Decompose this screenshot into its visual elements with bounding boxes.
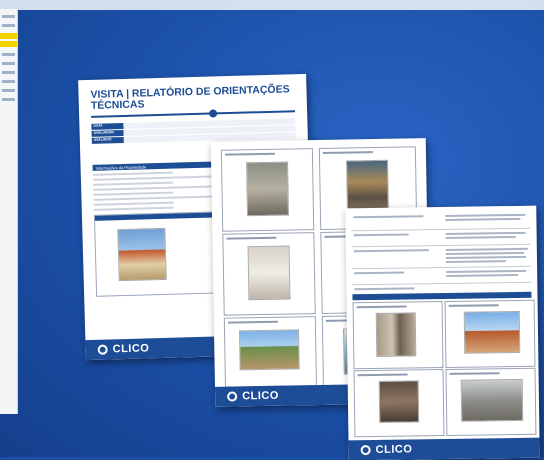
meta-key: AVALIADO [91, 136, 124, 144]
clico-logo-icon [360, 445, 371, 456]
photo-cell [445, 367, 537, 436]
clico-logo-icon [227, 391, 238, 402]
photo-cell [220, 148, 315, 232]
brand-logo-text: CLICO [375, 443, 413, 456]
photo-cell [353, 368, 445, 438]
report-page-3: CLICO [345, 205, 540, 460]
meta-key: DATA [91, 122, 124, 130]
report-title: VISITA | RELATÓRIO DE ORIENTAÇÕES TÉCNIC… [90, 83, 290, 112]
top-band [0, 0, 544, 10]
photo-table-header [352, 291, 532, 301]
farm-house-photo [117, 227, 167, 282]
clico-logo-icon [97, 344, 108, 355]
brand-logo-text: CLICO [112, 342, 150, 356]
brand-logo-text: CLICO [242, 389, 279, 403]
photo-cell [352, 300, 444, 370]
left-document-edge [0, 9, 18, 414]
photo-cell [222, 232, 316, 316]
title-divider [91, 109, 296, 118]
meta-key: AVALIADOR [91, 129, 124, 137]
photo-cell [223, 316, 317, 388]
photo-cell [444, 299, 536, 368]
